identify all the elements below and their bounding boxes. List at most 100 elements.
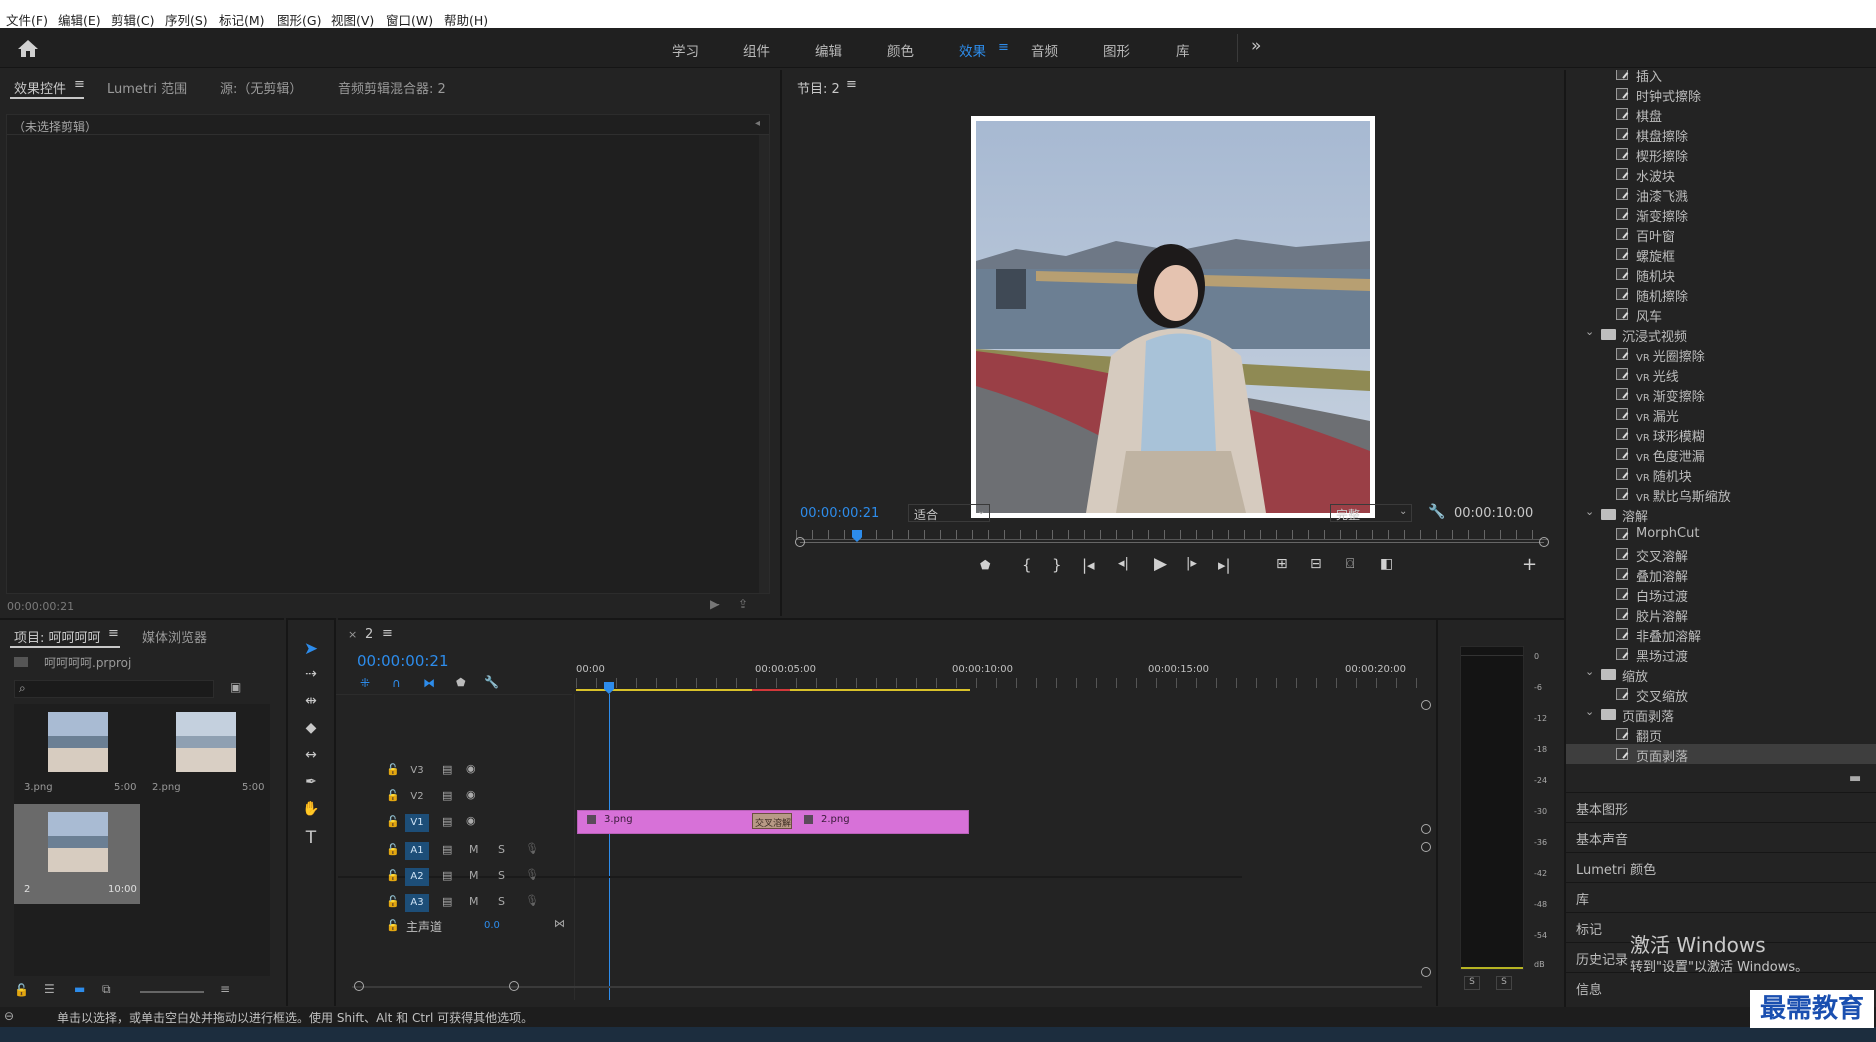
menu-window[interactable]: 窗口(W) bbox=[386, 10, 433, 29]
nest-icon[interactable]: ⁜ bbox=[360, 676, 370, 690]
fit-dropdown[interactable]: 适合 ⌄ bbox=[908, 504, 990, 522]
workspace-libraries[interactable]: 库 bbox=[1176, 40, 1190, 60]
zoom-slider[interactable] bbox=[140, 991, 204, 993]
lock-icon[interactable]: 🔓 bbox=[386, 843, 400, 856]
zoom-bar[interactable] bbox=[800, 542, 1544, 543]
workspace-learn[interactable]: 学习 bbox=[672, 40, 699, 60]
program-ruler[interactable] bbox=[796, 530, 1548, 540]
add-button-icon[interactable]: + bbox=[1522, 554, 1537, 575]
collapse-icon[interactable]: ◂ bbox=[755, 118, 760, 129]
sync-lock-icon[interactable]: ▤ bbox=[442, 763, 452, 776]
lock-icon[interactable]: 🔓 bbox=[386, 763, 400, 776]
chevron-down-icon[interactable]: ⌄ bbox=[1585, 665, 1594, 678]
menu-marker[interactable]: 标记(M) bbox=[219, 10, 265, 29]
panel-menu-icon[interactable]: ≡ bbox=[74, 77, 85, 92]
home-icon[interactable] bbox=[16, 38, 40, 58]
sync-lock-icon[interactable]: ▤ bbox=[442, 789, 452, 802]
effect-item[interactable]: 油漆飞溅 bbox=[1566, 184, 1876, 205]
lock-icon[interactable]: 🔓 bbox=[14, 983, 29, 997]
effect-item[interactable]: 叠加溶解 bbox=[1566, 564, 1876, 585]
track-target-a1[interactable]: A1 bbox=[405, 842, 429, 860]
effect-item[interactable]: VR 光线 bbox=[1566, 364, 1876, 385]
render-icon[interactable]: ▶̶ bbox=[710, 597, 719, 611]
go-to-out-icon[interactable]: ▸| bbox=[1218, 556, 1231, 574]
workspace-assembly[interactable]: 组件 bbox=[743, 40, 770, 60]
effect-item[interactable]: 棋盘 bbox=[1566, 104, 1876, 125]
program-video-frame[interactable] bbox=[971, 116, 1375, 518]
play-icon[interactable]: ▶ bbox=[1154, 554, 1167, 574]
sync-lock-icon[interactable]: ▤ bbox=[442, 895, 452, 908]
effect-item[interactable]: MorphCut bbox=[1566, 524, 1876, 544]
solo-right-button[interactable]: S bbox=[1496, 976, 1512, 990]
effects-folder[interactable]: ⌄ 沉浸式视频 bbox=[1566, 324, 1876, 345]
effect-item[interactable]: 交叉溶解 bbox=[1566, 544, 1876, 565]
lock-icon[interactable]: 🔓 bbox=[386, 869, 400, 882]
vscroll-handle[interactable] bbox=[1421, 842, 1431, 852]
effect-item[interactable]: 螺旋框 bbox=[1566, 244, 1876, 265]
workspace-editing[interactable]: 编辑 bbox=[815, 40, 842, 60]
effects-folder[interactable]: ⌄ 溶解 bbox=[1566, 504, 1876, 525]
menu-clip[interactable]: 剪辑(C) bbox=[111, 10, 154, 29]
workspace-graphics[interactable]: 图形 bbox=[1103, 40, 1130, 60]
menu-help[interactable]: 帮助(H) bbox=[444, 10, 488, 29]
solo-left-button[interactable]: S bbox=[1464, 976, 1480, 990]
effect-item[interactable]: 风车 bbox=[1566, 304, 1876, 325]
selection-tool-icon[interactable]: ➤ bbox=[300, 639, 322, 661]
scrollbar[interactable] bbox=[759, 135, 769, 593]
effect-item[interactable]: 黑场过渡 bbox=[1566, 644, 1876, 665]
effect-item[interactable]: 棋盘擦除 bbox=[1566, 124, 1876, 145]
workspace-audio[interactable]: 音频 bbox=[1031, 40, 1058, 60]
chevron-down-icon[interactable]: ⌄ bbox=[1585, 705, 1594, 718]
camera-icon[interactable]: ⌼ bbox=[1346, 556, 1354, 572]
list-view-icon[interactable]: ☰ bbox=[44, 982, 55, 996]
effect-item[interactable]: 随机块 bbox=[1566, 264, 1876, 285]
program-title[interactable]: 节目: 2 bbox=[797, 78, 840, 97]
effect-item[interactable]: 胶片溶解 bbox=[1566, 604, 1876, 625]
vscroll-handle[interactable] bbox=[1421, 824, 1431, 834]
effect-item[interactable]: 白场过渡 bbox=[1566, 584, 1876, 605]
freeform-view-icon[interactable]: ⧉ bbox=[102, 982, 111, 997]
sync-lock-icon[interactable]: ▤ bbox=[442, 843, 452, 856]
tab-media-browser[interactable]: 媒体浏览器 bbox=[142, 627, 207, 646]
panel-essential-graphics[interactable]: 基本图形 bbox=[1566, 792, 1876, 820]
effect-item[interactable]: 时钟式擦除 bbox=[1566, 84, 1876, 105]
type-tool-icon[interactable]: T bbox=[300, 828, 322, 850]
workspace-menu-icon[interactable]: ≡ bbox=[998, 40, 1009, 55]
chevron-down-icon[interactable]: ⌄ bbox=[1585, 505, 1594, 518]
close-icon[interactable]: × bbox=[348, 628, 357, 641]
eye-icon[interactable]: ◉ bbox=[466, 788, 476, 801]
new-folder-icon[interactable]: ▬ bbox=[1849, 771, 1861, 786]
eye-icon[interactable]: ◉ bbox=[466, 762, 476, 775]
sort-icon[interactable]: ≡ bbox=[220, 982, 230, 996]
menu-edit[interactable]: 编辑(E) bbox=[58, 10, 101, 29]
tab-project[interactable]: 项目: 呵呵呵呵 bbox=[14, 627, 101, 646]
go-to-next-edit-icon[interactable]: ⋈ bbox=[554, 917, 565, 930]
step-forward-icon[interactable]: |▸ bbox=[1186, 556, 1197, 571]
chevron-down-icon[interactable]: ⌄ bbox=[1585, 325, 1594, 338]
tab-lumetri-scopes[interactable]: Lumetri 范围 bbox=[107, 78, 187, 97]
zoom-handle-left[interactable] bbox=[795, 537, 805, 547]
wrench-icon[interactable]: 🔧 bbox=[1428, 504, 1445, 520]
effect-item[interactable]: VR 默比乌斯缩放 bbox=[1566, 484, 1876, 505]
lock-icon[interactable]: 🔓 bbox=[386, 895, 400, 908]
add-marker-icon[interactable]: ⬟ bbox=[980, 558, 990, 572]
extract-icon[interactable]: ⊟ bbox=[1310, 556, 1322, 572]
razor-tool-icon[interactable]: ◆ bbox=[300, 720, 322, 742]
vscroll-handle[interactable] bbox=[1421, 967, 1431, 977]
mark-in-icon[interactable]: { bbox=[1022, 556, 1032, 574]
workspace-color[interactable]: 颜色 bbox=[887, 40, 914, 60]
sync-lock-icon[interactable]: ▤ bbox=[442, 869, 452, 882]
mic-icon[interactable]: 🎙 bbox=[525, 842, 539, 855]
project-item[interactable]: 3.png 5:00 bbox=[14, 704, 140, 802]
timeline-zoom-handle-right[interactable] bbox=[509, 981, 519, 991]
effect-item[interactable]: VR 随机块 bbox=[1566, 464, 1876, 485]
time-ruler[interactable]: 00:00 00:00:05:00 00:00:10:00 00:00:15:0… bbox=[576, 650, 1460, 698]
track-target-v1[interactable]: V1 bbox=[405, 814, 429, 832]
mute-button[interactable]: M bbox=[469, 843, 479, 856]
project-search-input[interactable]: ⌕ bbox=[14, 680, 214, 698]
effect-item[interactable]: VR 色度泄漏 bbox=[1566, 444, 1876, 465]
effect-item[interactable]: 翻页 bbox=[1566, 724, 1876, 745]
linked-selection-icon[interactable]: ⧓ bbox=[423, 676, 435, 690]
effect-item[interactable]: 交叉缩放 bbox=[1566, 684, 1876, 705]
lock-icon[interactable]: 🔓 bbox=[386, 815, 400, 828]
